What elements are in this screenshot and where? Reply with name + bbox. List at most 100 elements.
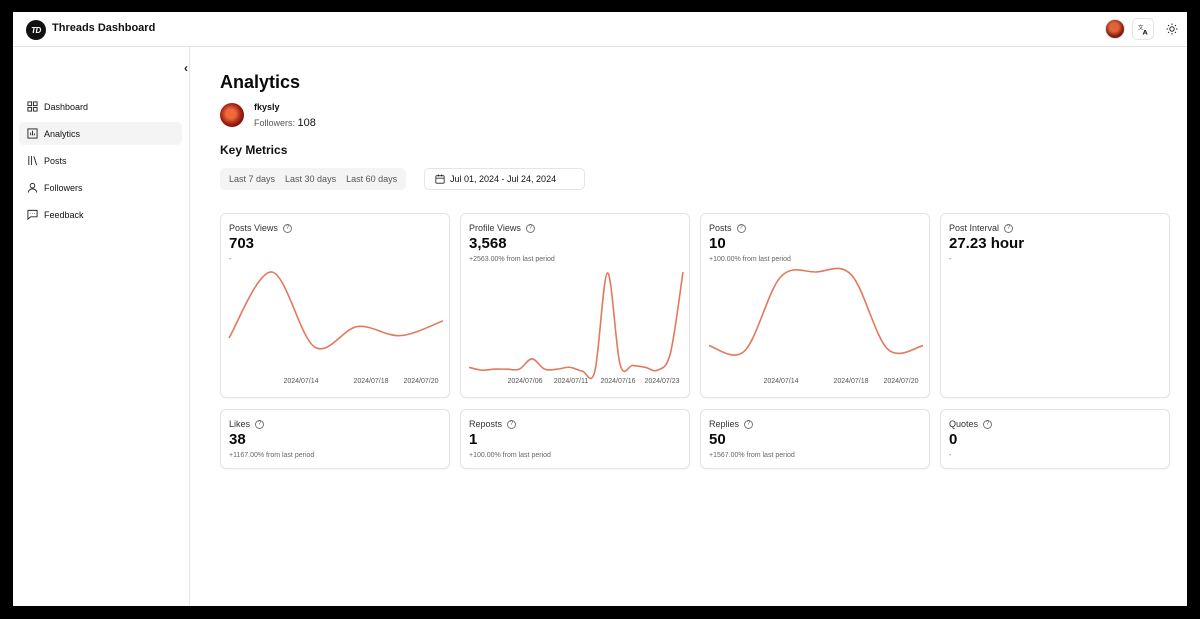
calendar-icon — [435, 174, 445, 184]
x-tick-label: 2024/07/23 — [644, 378, 679, 385]
card-profile-views: 2024/07/06 2024/07/11 2024/07/16 2024/07/23… — [460, 213, 690, 398]
card-posts-views: 2024/07/14 2024/07/18 2024/07/20 Posts Vie… — [220, 213, 450, 398]
card-title: Posts? — [709, 223, 746, 233]
sidebar: ‹ Dashboard Analytics Posts Followers Fe… — [13, 47, 190, 606]
card-change: +1567.00% from last period — [709, 452, 795, 459]
card-title-text: Likes — [229, 419, 251, 429]
card-posts: 2024/07/14 2024/07/18 2024/07/20 Posts? 10… — [700, 213, 930, 398]
translate-button[interactable]: 文 A — [1132, 18, 1154, 40]
card-replies: Replies? 50 +1567.00% from last period — [700, 409, 930, 469]
card-title-text: Post Interval — [949, 223, 1000, 233]
top-bar: TD Threads Dashboard 文 A — [13, 12, 1187, 47]
app-logo[interactable]: TD — [26, 20, 46, 40]
followers-label: Followers: — [254, 118, 296, 128]
card-title: Posts Views? — [229, 223, 292, 233]
sidebar-item-feedback[interactable]: Feedback — [19, 203, 182, 226]
series-line — [468, 271, 684, 380]
sidebar-item-analytics[interactable]: Analytics — [19, 122, 182, 145]
card-title-text: Reposts — [469, 419, 503, 429]
help-icon[interactable]: ? — [525, 223, 535, 233]
help-icon[interactable]: ? — [507, 419, 517, 429]
range-last-30-days[interactable]: Last 30 days — [280, 168, 341, 190]
sidebar-item-label: Feedback — [44, 209, 84, 220]
card-value: 50 — [709, 431, 726, 448]
user-avatar[interactable] — [1105, 19, 1125, 39]
card-post-interval: Post Interval? 27.23 hour - — [940, 213, 1170, 398]
card-title-text: Posts Views — [229, 223, 278, 233]
range-last-60-days[interactable]: Last 60 days — [341, 168, 402, 190]
series-line — [228, 271, 444, 350]
x-tick-label: 2024/07/14 — [283, 378, 318, 385]
card-title: Post Interval? — [949, 223, 1014, 233]
sidebar-item-followers[interactable]: Followers — [19, 176, 182, 199]
card-title: Likes? — [229, 419, 265, 429]
x-tick-label: 2024/07/06 — [507, 378, 542, 385]
card-title: Quotes? — [949, 419, 993, 429]
card-change: +2563.00% from last period — [469, 256, 555, 263]
date-range-label: Jul 01, 2024 - Jul 24, 2024 — [450, 174, 557, 184]
card-title: Reposts? — [469, 419, 517, 429]
card-title: Replies? — [709, 419, 754, 429]
card-value: 27.23 hour — [949, 235, 1025, 252]
sidebar-item-dashboard[interactable]: Dashboard — [19, 95, 182, 118]
x-tick-label: 2024/07/18 — [833, 378, 868, 385]
profile-avatar — [220, 103, 244, 127]
card-value: 38 — [229, 431, 246, 448]
translate-icon: 文 A — [1138, 24, 1148, 35]
card-value: 0 — [949, 431, 958, 448]
theme-toggle-button[interactable] — [1161, 18, 1183, 40]
help-icon[interactable]: ? — [736, 223, 746, 233]
card-quotes: Quotes? 0 - — [940, 409, 1170, 469]
card-value: 10 — [709, 235, 726, 252]
sidebar-item-label: Posts — [44, 155, 67, 166]
app-window: TD Threads Dashboard 文 A ‹ Dashboard Ana… — [13, 12, 1187, 606]
x-tick-label: 2024/07/20 — [883, 378, 918, 385]
sidebar-item-posts[interactable]: Posts — [19, 149, 182, 172]
x-tick-label: 2024/07/18 — [353, 378, 388, 385]
sidebar-item-label: Analytics — [44, 128, 81, 139]
followers-count: Followers: 108 — [254, 117, 316, 129]
app-title[interactable]: Threads Dashboard — [52, 22, 155, 34]
sidebar-item-label: Dashboard — [44, 101, 89, 112]
library-icon — [27, 155, 38, 166]
posts-views-chart: 2024/07/14 2024/07/18 2024/07/20 — [228, 271, 444, 385]
user-icon — [27, 182, 38, 193]
card-change: +100.00% from last period — [709, 256, 791, 263]
card-title-text: Profile Views — [469, 223, 521, 233]
x-tick-label: 2024/07/14 — [763, 378, 798, 385]
range-last-7-days[interactable]: Last 7 days — [224, 168, 280, 190]
chevron-left-icon[interactable]: ‹ — [184, 61, 188, 75]
grid-icon — [27, 101, 38, 112]
sidebar-item-label: Followers — [44, 182, 83, 193]
sun-icon — [1166, 23, 1178, 35]
section-title: Key Metrics — [220, 143, 288, 157]
bar-chart-icon — [27, 128, 38, 139]
card-title: Profile Views? — [469, 223, 535, 233]
posts-chart: 2024/07/14 2024/07/18 2024/07/20 — [708, 267, 924, 385]
series-line — [708, 267, 924, 356]
x-tick-label: 2024/07/11 — [554, 378, 589, 385]
followers-value: 108 — [297, 117, 316, 129]
help-icon[interactable]: ? — [1004, 223, 1014, 233]
card-change: +100.00% from last period — [469, 452, 551, 459]
page-title: Analytics — [220, 72, 301, 92]
card-title-text: Posts — [709, 223, 732, 233]
card-reposts: Reposts? 1 +100.00% from last period — [460, 409, 690, 469]
help-icon[interactable]: ? — [744, 419, 754, 429]
username: fkysly — [254, 102, 280, 112]
help-icon[interactable]: ? — [983, 419, 993, 429]
svg-text:A: A — [1142, 28, 1147, 34]
card-title-text: Quotes — [949, 419, 979, 429]
card-change: +1167.00% from last period — [229, 452, 315, 459]
x-tick-label: 2024/07/20 — [403, 378, 438, 385]
card-value: 703 — [229, 235, 255, 252]
card-title-text: Replies — [709, 419, 740, 429]
card-change: - — [949, 256, 952, 263]
message-icon — [27, 209, 38, 220]
x-tick-label: 2024/07/16 — [600, 378, 635, 385]
date-range-picker[interactable]: Jul 01, 2024 - Jul 24, 2024 — [424, 168, 585, 190]
help-icon[interactable]: ? — [282, 223, 292, 233]
card-value: 3,568 — [469, 235, 507, 252]
card-value: 1 — [469, 431, 478, 448]
help-icon[interactable]: ? — [255, 419, 265, 429]
